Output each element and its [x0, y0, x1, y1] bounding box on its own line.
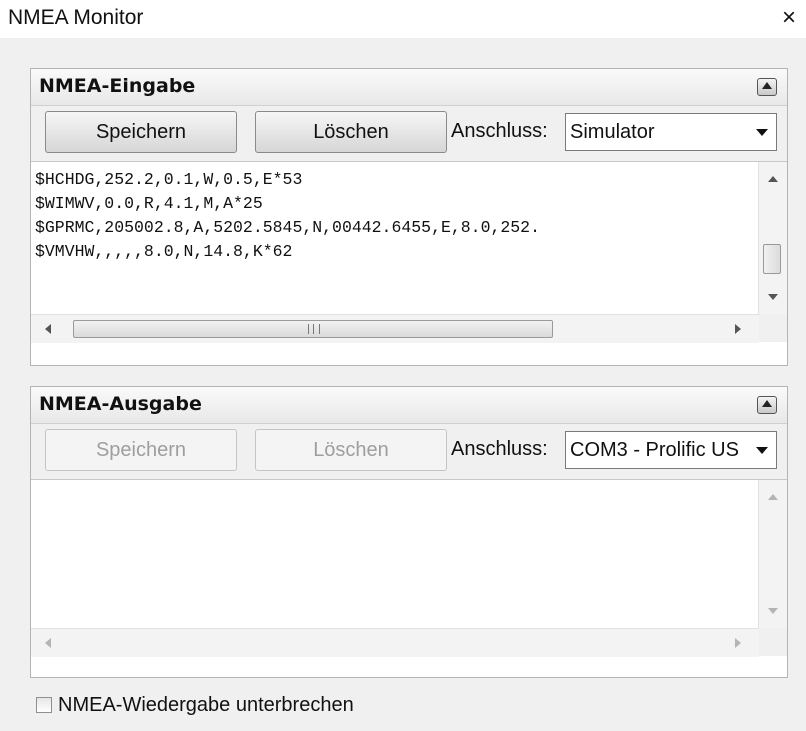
port-select[interactable]: Simulator: [565, 113, 777, 151]
panel-title: NMEA-Ausgabe: [39, 393, 202, 415]
scroll-thumb[interactable]: [73, 320, 553, 338]
nmea-monitor-window: NMEA Monitor × NMEA-Eingabe Speichern Lö…: [0, 0, 806, 731]
nmea-output-panel: NMEA-Ausgabe Speichern Löschen Anschluss…: [30, 386, 788, 678]
output-toolbar: Speichern Löschen Anschluss: COM3 - Prol…: [31, 429, 787, 473]
nmea-sentence: $VMVHW,,,,,8.0,N,14.8,K*62: [35, 242, 293, 261]
close-icon[interactable]: ×: [776, 3, 802, 33]
save-button[interactable]: Speichern: [45, 111, 237, 153]
scroll-right-icon: [735, 638, 741, 648]
port-label: Anschluss:: [451, 438, 548, 460]
vertical-scrollbar: [758, 480, 787, 628]
nmea-sentence: $WIMWV,0.0,R,4.1,M,A*25: [35, 194, 263, 213]
port-select-value: Simulator: [570, 121, 655, 143]
scroll-left-icon[interactable]: [45, 324, 51, 334]
panel-header: NMEA-Eingabe: [31, 69, 787, 106]
nmea-input-panel: NMEA-Eingabe Speichern Löschen Anschluss…: [30, 68, 788, 366]
scroll-left-icon: [45, 638, 51, 648]
port-select-value: COM3 - Prolific US: [570, 439, 739, 461]
chevron-up-icon[interactable]: [757, 396, 777, 414]
window-title: NMEA Monitor: [8, 6, 144, 29]
input-toolbar: Speichern Löschen Anschluss: Simulator: [31, 111, 787, 155]
scroll-up-icon[interactable]: [768, 176, 778, 182]
title-bar: NMEA Monitor ×: [0, 0, 806, 38]
chevron-up-icon[interactable]: [757, 78, 777, 96]
port-select[interactable]: COM3 - Prolific US: [565, 431, 777, 469]
scroll-down-icon[interactable]: [768, 294, 778, 300]
pause-checkbox[interactable]: [36, 697, 52, 713]
nmea-output-log[interactable]: [31, 479, 787, 677]
grip-icon: [308, 324, 320, 334]
nmea-input-log[interactable]: $HCHDG,252.2,0.1,W,0.5,E*53 $WIMWV,0.0,R,…: [31, 161, 787, 365]
scroll-right-icon[interactable]: [735, 324, 741, 334]
scroll-down-icon: [768, 608, 778, 614]
vertical-scrollbar[interactable]: [758, 162, 787, 314]
scroll-thumb[interactable]: [763, 244, 781, 274]
dropdown-arrow-icon[interactable]: [756, 129, 768, 136]
nmea-sentence: $GPRMC,205002.8,A,5202.5845,N,00442.6455…: [35, 218, 540, 237]
dropdown-arrow-icon[interactable]: [756, 447, 768, 454]
panel-header: NMEA-Ausgabe: [31, 387, 787, 424]
scroll-corner: [759, 628, 787, 656]
clear-button[interactable]: Löschen: [255, 111, 447, 153]
horizontal-scrollbar: [31, 628, 759, 657]
scroll-up-icon: [768, 494, 778, 500]
pause-checkbox-label[interactable]: NMEA-Wiedergabe unterbrechen: [58, 694, 354, 717]
nmea-sentence: $HCHDG,252.2,0.1,W,0.5,E*53: [35, 170, 303, 189]
log-lines: $HCHDG,252.2,0.1,W,0.5,E*53 $WIMWV,0.0,R,…: [35, 168, 755, 264]
clear-button: Löschen: [255, 429, 447, 471]
save-button: Speichern: [45, 429, 237, 471]
scroll-corner: [759, 314, 787, 342]
panel-title: NMEA-Eingabe: [39, 75, 196, 97]
port-label: Anschluss:: [451, 120, 548, 142]
horizontal-scrollbar[interactable]: [31, 314, 759, 343]
